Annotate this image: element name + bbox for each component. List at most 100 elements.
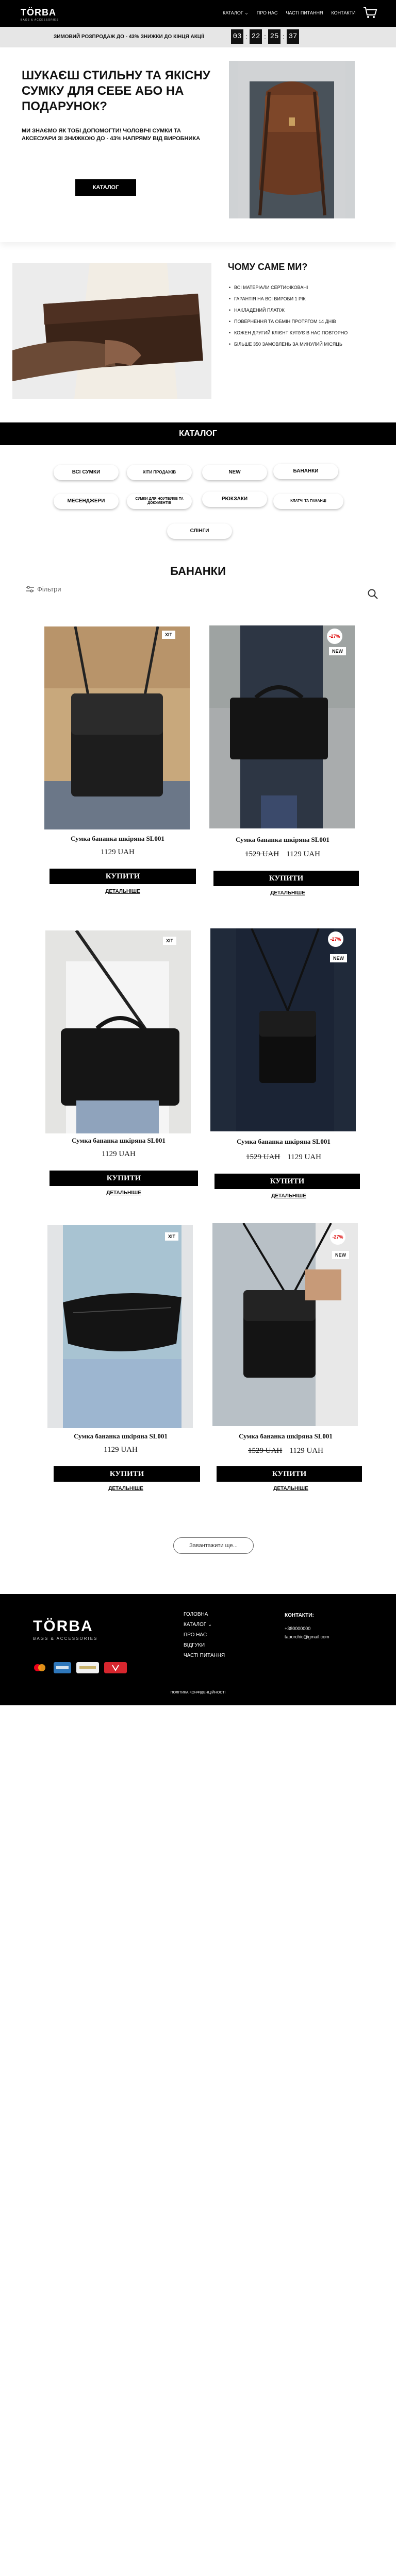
product-price: 1129 UAH [56, 848, 179, 857]
why-us-image [12, 263, 211, 399]
footer-link-catalog[interactable]: КАТАЛОГ ⌄ [184, 1620, 225, 1630]
product-price: 1529 UAH 1129 UAH [222, 1153, 345, 1162]
nav-about[interactable]: ПРО НАС [257, 10, 278, 16]
category-clutches-wallets[interactable]: КЛАТЧІ ТА ГАМАНЦІ [273, 494, 343, 509]
category-bananki[interactable]: БАНАНКИ [273, 464, 338, 479]
old-price: 1529 UAH [245, 850, 279, 858]
timer-seconds: 37 [287, 29, 299, 44]
catalog-title: КАТАЛОГ [0, 422, 396, 445]
timer-separator: : [283, 32, 285, 41]
hero-catalog-button[interactable]: КАТАЛОГ [75, 179, 136, 196]
current-price: 1129 UAH [101, 848, 135, 856]
product-name[interactable]: Сумка бананка шкіряна SL001 [59, 1432, 183, 1440]
details-link[interactable]: ДЕТАЛЬНІШЕ [226, 890, 350, 896]
category-backpacks[interactable]: РЮКЗАКИ [202, 492, 267, 507]
footer-link-home[interactable]: ГОЛОВНА [184, 1609, 225, 1620]
footer-nav: ГОЛОВНА КАТАЛОГ ⌄ ПРО НАС ВІДГУКИ ЧАСТІ … [184, 1609, 225, 1661]
old-price: 1529 UAH [248, 1447, 283, 1455]
details-link[interactable]: ДЕТАЛЬНІШЕ [227, 1193, 351, 1199]
sale-badge: -27% [328, 931, 343, 947]
product-name[interactable]: Сумка бананка шкіряна SL001 [56, 835, 179, 843]
timer-separator: : [264, 32, 266, 41]
why-us-item: ГАРАНТІЯ НА ВСІ ВИРОБИ 1 РІК [229, 296, 384, 302]
payment-methods [31, 1662, 127, 1673]
product-price: 1529 UAH 1129 UAH [221, 850, 344, 859]
details-link[interactable]: ДЕТАЛЬНІШЕ [62, 1190, 186, 1196]
new-badge: NEW [330, 954, 347, 962]
current-price: 1129 UAH [104, 1446, 138, 1454]
hero-backpack-image [229, 61, 355, 218]
logo[interactable]: TÖRBA BAGS & ACCESSORIES [21, 7, 59, 22]
hit-badge: ХІТ [163, 937, 177, 945]
hero-title: ШУКАЄШ СТИЛЬНУ ТА ЯКІСНУ СУМКУ ДЛЯ СЕБЕ … [22, 69, 210, 113]
timer-separator: : [245, 32, 248, 41]
buy-button[interactable]: КУПИТИ [217, 1466, 362, 1482]
current-price: 1129 UAH [286, 850, 320, 858]
product-name[interactable]: Сумка бананка шкіряна SL001 [224, 1432, 348, 1440]
filter-label: Фільтри [37, 585, 61, 593]
promo-text: ЗИМОВИЙ РОЗПРОДАЖ ДО - 43% ЗНИЖКИ ДО КІН… [54, 34, 204, 40]
buy-button[interactable]: КУПИТИ [213, 871, 359, 886]
product-image[interactable] [44, 626, 190, 829]
category-slings[interactable]: СЛІНГИ [167, 523, 232, 539]
why-us-item: ПОВЕРНЕННЯ ТА ОБМІН ПРОТЯГОМ 14 ДНІВ [229, 318, 384, 325]
category-all-bags[interactable]: ВСІ СУМКИ [54, 465, 119, 480]
countdown-timer: 03 : 22 : 25 : 37 [231, 29, 299, 44]
category-bestsellers[interactable]: ХІТИ ПРОДАЖІВ [127, 465, 192, 480]
why-us-item: БІЛЬШЕ 350 ЗАМОВЛЕНЬ ЗА МИНУЛИЙ МІСЯЦЬ [229, 341, 384, 347]
hit-badge: ХІТ [165, 1232, 179, 1241]
footer-link-reviews[interactable]: ВІДГУКИ [184, 1640, 225, 1651]
buy-button[interactable]: КУПИТИ [54, 1466, 200, 1482]
category-new[interactable]: NEW [202, 465, 267, 480]
filter-button[interactable]: Фільтри [26, 585, 61, 593]
why-us-item: КОЖЕН ДРУГИЙ КЛІЄНТ КУПУЄ В НАС ПОВТОРНО [229, 330, 384, 336]
footer-logo[interactable]: TÖRBA BAGS & ACCESSORIES [33, 1618, 97, 1641]
new-badge: NEW [332, 1251, 349, 1259]
hit-badge: ХІТ [162, 631, 176, 639]
product-name[interactable]: Сумка бананка шкіряна SL001 [222, 1138, 345, 1146]
old-price: 1529 UAH [246, 1153, 280, 1161]
details-link[interactable]: ДЕТАЛЬНІШЕ [229, 1486, 353, 1492]
contact-email[interactable]: taporchic@gmail.com [285, 1633, 329, 1641]
product-image[interactable] [45, 930, 191, 1133]
footer-link-about[interactable]: ПРО НАС [184, 1630, 225, 1640]
product-image[interactable] [47, 1225, 193, 1428]
logo-subtitle: BAGS & ACCESSORIES [21, 19, 59, 22]
footer-logo-subtitle: BAGS & ACCESSORIES [33, 1636, 98, 1641]
nav-catalog[interactable]: КАТАЛОГ ⌄ [223, 10, 249, 16]
current-price: 1129 UAH [287, 1153, 321, 1161]
cart-icon[interactable] [363, 7, 377, 19]
timer-minutes: 25 [268, 29, 280, 44]
listing-title: БАНАНКИ [170, 565, 226, 578]
current-price: 1129 UAH [289, 1447, 323, 1455]
product-name[interactable]: Сумка бананка шкіряна SL001 [57, 1137, 180, 1145]
buy-button[interactable]: КУПИТИ [214, 1174, 360, 1189]
buy-button[interactable]: КУПИТИ [50, 1171, 198, 1186]
product-image[interactable] [209, 625, 355, 828]
product-name[interactable]: Сумка бананка шкіряна SL001 [221, 836, 344, 844]
privacy-policy-link[interactable]: ПОЛІТИКА КОНФІДЕНЦІЙНОСТІ [0, 1691, 396, 1694]
sale-badge: -27% [330, 1229, 345, 1245]
category-laptop-bags[interactable]: СУМКИ ДЛЯ НОУТБУКІВ ТА ДОКУМЕНТІВ [127, 494, 192, 509]
details-link[interactable]: ДЕТАЛЬНІШЕ [64, 1486, 188, 1492]
sale-badge: -27% [327, 629, 342, 644]
product-price: 1129 UAH [59, 1446, 183, 1454]
product-price: 1129 UAH [57, 1150, 180, 1159]
contact-phone[interactable]: +380000000 [285, 1624, 329, 1633]
nav-contacts[interactable]: КОНТАКТИ [332, 10, 356, 16]
details-link[interactable]: ДЕТАЛЬНІШЕ [61, 889, 185, 894]
load-more-button[interactable]: Завантажити ще... [173, 1537, 254, 1554]
nav-faq[interactable]: ЧАСТІ ПИТАННЯ [286, 10, 323, 16]
footer-link-faq[interactable]: ЧАСТІ ПИТАННЯ [184, 1651, 225, 1661]
timer-days: 03 [231, 29, 243, 44]
why-us-item: ВСІ МАТЕРІАЛИ СЕРТИФІКОВАНІ [229, 284, 384, 291]
buy-button[interactable]: КУПИТИ [50, 869, 196, 884]
main-nav: КАТАЛОГ ⌄ ПРО НАС ЧАСТІ ПИТАННЯ КОНТАКТИ [223, 10, 356, 16]
category-messengers[interactable]: МЕСЕНДЖЕРИ [54, 494, 119, 509]
search-icon[interactable] [367, 588, 378, 600]
why-us-list: ВСІ МАТЕРІАЛИ СЕРТИФІКОВАНІ ГАРАНТІЯ НА … [229, 284, 384, 352]
footer-contacts: КОНТАКТИ: +380000000 taporchic@gmail.com [285, 1613, 329, 1641]
privat-icon [104, 1662, 127, 1673]
product-price: 1529 UAH 1129 UAH [224, 1447, 348, 1455]
mastercard-icon [34, 1664, 45, 1671]
